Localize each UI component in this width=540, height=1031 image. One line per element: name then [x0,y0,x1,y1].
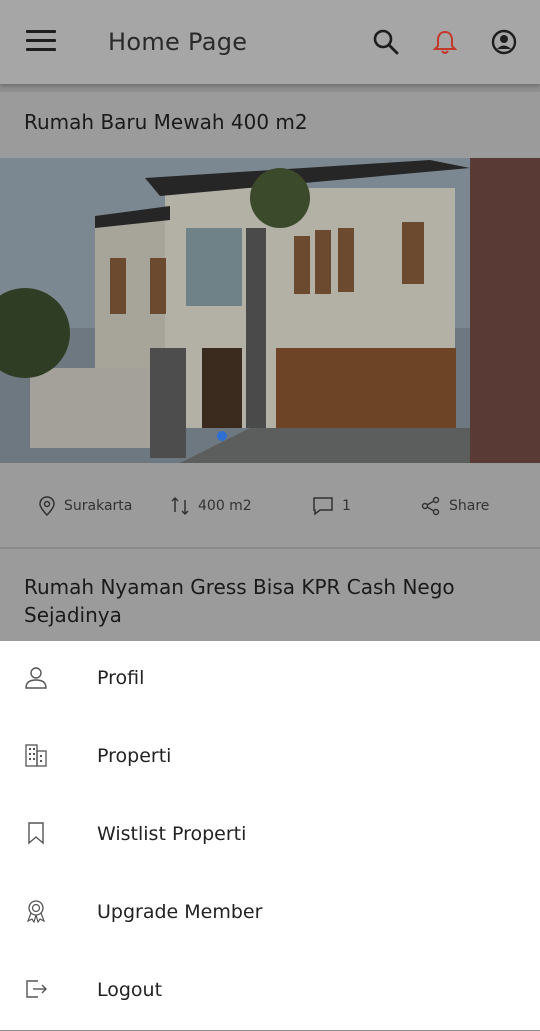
award-icon [26,900,46,923]
listing-info-row: Surakarta 400 m2 1 Share [0,463,540,549]
location-info: Surakarta [38,496,132,516]
page-title: Home Page [108,28,248,56]
person-icon [25,667,47,689]
area-swap-icon [171,496,189,516]
menu-item-profil[interactable]: Profil [0,641,540,719]
listing-title[interactable]: Rumah Baru Mewah 400 m2 [0,92,540,158]
menu-item-logout[interactable]: Logout [0,953,540,1031]
share-icon [421,496,440,516]
share-button[interactable]: Share [421,496,489,516]
account-icon[interactable] [490,28,518,56]
menu-item-properti[interactable]: Properti [0,719,540,797]
bottom-sheet-menu: Profil Properti Wistlist Properti Upgrad… [0,641,540,1030]
building-icon [25,744,47,767]
hamburger-menu-icon[interactable] [26,30,56,54]
menu-item-label: Upgrade Member [97,901,263,923]
menu-item-label: Properti [97,745,172,767]
search-icon[interactable] [372,28,400,56]
bookmark-icon [28,822,44,845]
share-label: Share [449,498,490,514]
comments-info[interactable]: 1 [312,496,351,516]
menu-item-label: Wistlist Properti [97,823,247,845]
location-pin-icon [39,496,55,516]
notification-bell-icon[interactable] [431,28,459,56]
comments-count: 1 [342,498,351,514]
comment-icon [313,497,333,516]
menu-item-upgrade-member[interactable]: Upgrade Member [0,875,540,953]
menu-item-label: Logout [97,979,163,1001]
area-info: 400 m2 [170,496,252,516]
logout-icon [26,980,47,998]
listing-title[interactable]: Rumah Nyaman Gress Bisa KPR Cash Nego Se… [0,549,540,641]
area-label: 400 m2 [198,498,252,514]
listing-photo[interactable] [0,158,540,463]
menu-item-label: Profil [97,667,145,689]
location-label: Surakarta [64,498,133,514]
menu-item-wishlist[interactable]: Wistlist Properti [0,797,540,875]
app-bar: Home Page [0,0,540,84]
